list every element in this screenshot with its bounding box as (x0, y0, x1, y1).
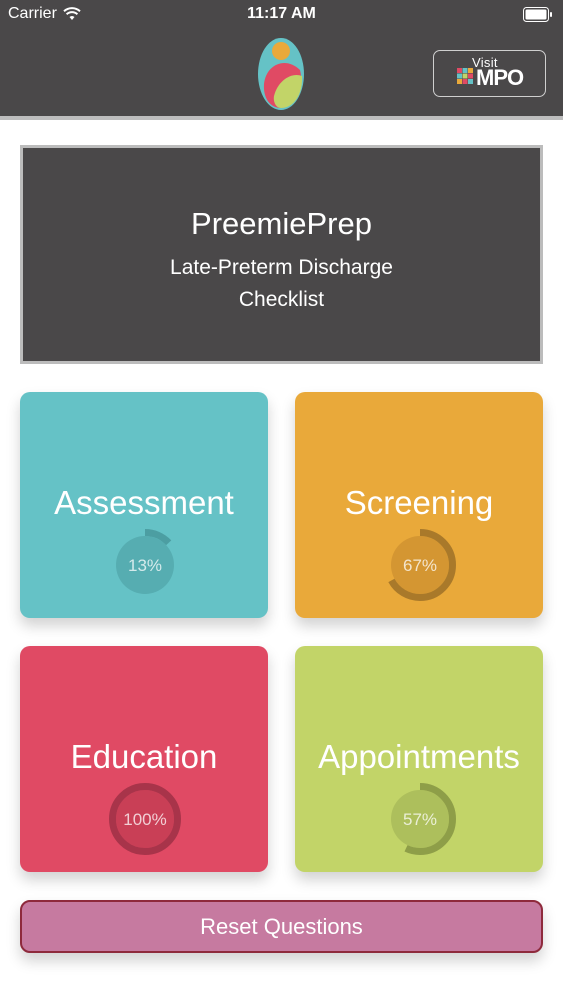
tile-label: Education (70, 738, 218, 775)
progress-percent: 67% (402, 556, 438, 575)
battery-icon (523, 7, 553, 27)
progress-percent: 100% (123, 810, 167, 829)
progress-percent: 57% (402, 810, 438, 829)
progress-percent: 13% (127, 556, 163, 575)
status-time: 11:17 AM (247, 5, 316, 22)
visit-mpo-button[interactable]: Visit MPO (433, 50, 546, 97)
banner-subtitle-line1: Late-Preterm Discharge (170, 256, 393, 279)
banner-title: PreemiePrep (191, 206, 372, 241)
preemieprep-logo (256, 36, 306, 117)
status-bar: Carrier 11:17 AM (0, 0, 563, 30)
tile-education[interactable]: Education 100% (20, 646, 268, 872)
progress-ring: 100% (108, 782, 182, 856)
tile-label: Appointments (318, 738, 520, 775)
progress-ring: 67% (383, 528, 457, 602)
tile-label: Assessment (54, 484, 234, 521)
reset-questions-button[interactable]: Reset Questions (20, 900, 543, 953)
tile-assessment[interactable]: Assessment 13% (20, 392, 268, 618)
nav-bar: Visit MPO (0, 30, 563, 120)
progress-ring: 57% (383, 782, 457, 856)
tile-screening[interactable]: Screening 67% (295, 392, 543, 618)
mpo-icon (457, 68, 473, 84)
banner-subtitle: Late-Preterm Discharge Checklist (23, 252, 540, 316)
title-banner: PreemiePrep Late-Preterm Discharge Check… (20, 145, 543, 364)
mpo-label: MPO (476, 65, 524, 90)
banner-subtitle-line2: Checklist (238, 288, 325, 311)
tile-label: Screening (344, 484, 494, 521)
tile-appointments[interactable]: Appointments 57% (295, 646, 543, 872)
progress-ring: 13% (108, 528, 182, 602)
